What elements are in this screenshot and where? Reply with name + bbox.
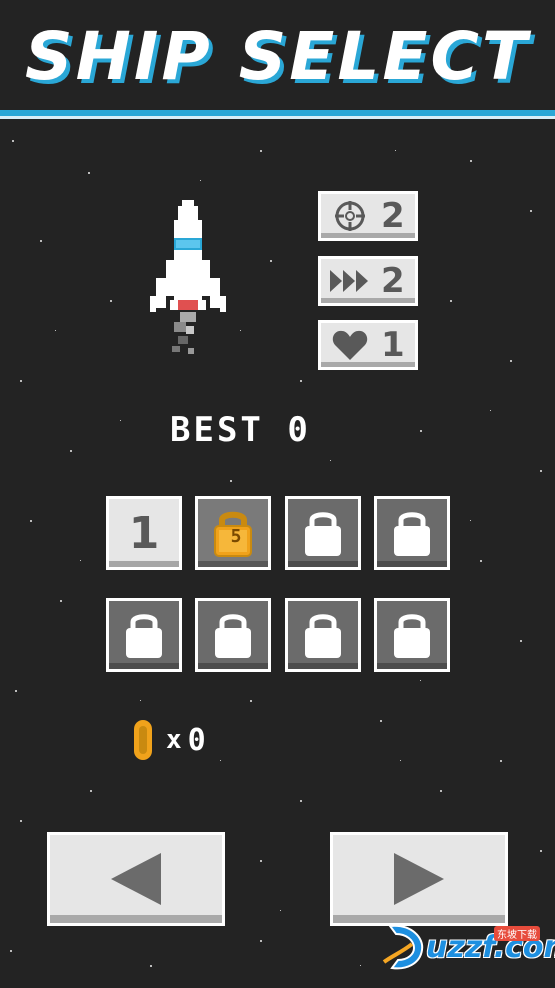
best-score: BEST 0 — [170, 410, 311, 450]
spaceship-preview — [150, 200, 226, 354]
speed-arrows-icon — [329, 263, 371, 299]
ship-slot-7[interactable] — [285, 598, 361, 672]
stat-health: 1 — [318, 320, 418, 370]
ship-slot-number: 1 — [128, 507, 160, 559]
watermark: uzzf.com 东坡下载 — [382, 922, 555, 972]
ship-slot-2[interactable]: 5 — [195, 496, 271, 570]
crosshair-icon — [329, 198, 371, 234]
coin-icon — [134, 720, 152, 760]
stat-firepower: 2 — [318, 191, 418, 241]
stat-speed-value: 2 — [381, 261, 405, 301]
ship-slot-8[interactable] — [374, 598, 450, 672]
lock-icon — [305, 614, 341, 658]
lock-icon — [215, 614, 251, 658]
watermark-subtitle: 东坡下载 — [494, 926, 540, 941]
watermark-logo — [382, 924, 424, 970]
lock-icon — [126, 614, 162, 658]
stat-health-value: 1 — [381, 325, 405, 365]
ship-slot-5[interactable] — [106, 598, 182, 672]
previous-ship-button[interactable] — [47, 832, 225, 926]
ship-slot-price: 5 — [230, 526, 242, 547]
lock-icon — [305, 512, 341, 556]
next-ship-button[interactable] — [330, 832, 508, 926]
stat-speed: 2 — [318, 256, 418, 306]
coin-counter: x 0 — [128, 720, 206, 760]
lock-icon — [394, 512, 430, 556]
coin-count: 0 — [187, 722, 206, 758]
lock-icon — [394, 614, 430, 658]
heart-icon — [329, 327, 371, 363]
ship-slot-6[interactable] — [195, 598, 271, 672]
stat-firepower-value: 2 — [381, 196, 405, 236]
ship-slot-4[interactable] — [374, 496, 450, 570]
right-arrow-icon — [394, 853, 444, 905]
coin-multiplier: x — [166, 725, 182, 755]
page-title: SHIP SELECT — [25, 18, 530, 95]
title-underline-highlight — [0, 116, 555, 119]
left-arrow-icon — [111, 853, 161, 905]
ship-slot-3[interactable] — [285, 496, 361, 570]
ship-slot-1[interactable]: 1 — [106, 496, 182, 570]
